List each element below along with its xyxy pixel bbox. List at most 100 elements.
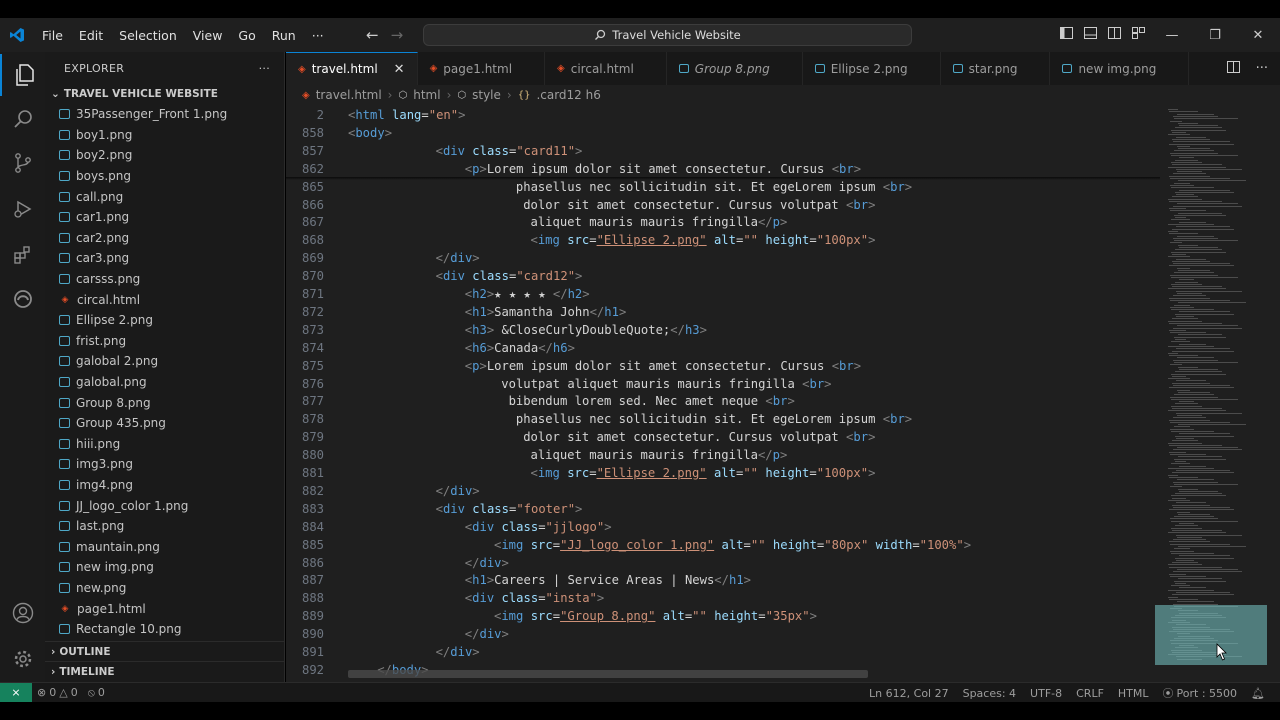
cursor-position[interactable]: Ln 612, Col 27 [864,687,954,700]
minimize-icon[interactable]: — [1150,18,1194,52]
close-tab-icon[interactable]: ✕ [394,62,405,77]
accounts-icon[interactable] [0,592,45,634]
file-item[interactable]: hiii.png [45,434,284,455]
minimap-line [1173,141,1230,143]
more-actions-icon[interactable]: ··· [1256,61,1268,76]
encoding[interactable]: UTF-8 [1025,687,1067,700]
timeline-section[interactable]: › TIMELINE [45,661,285,681]
breadcrumb-item[interactable]: style [472,88,501,102]
extensions-icon[interactable] [0,234,45,276]
file-item[interactable]: ◈ circal.html [45,289,284,310]
menu-item[interactable]: Run [264,28,304,43]
minimap-slider[interactable] [1155,605,1267,665]
explorer-more-icon[interactable]: ··· [259,62,270,75]
split-editor-icon[interactable] [1226,60,1240,77]
file-item[interactable]: frist.png [45,331,284,352]
file-item[interactable]: boy1.png [45,125,284,146]
minimap-line [1171,251,1226,253]
close-window-icon[interactable]: ✕ [1236,18,1280,52]
live-server-port[interactable]: ⦿ Port : 5500 [1158,685,1243,701]
file-item[interactable]: galobal.png [45,372,284,393]
menu-item[interactable]: File [34,28,71,43]
toggle-secondary-sidebar-icon[interactable] [1102,27,1126,43]
minimap-line [1178,122,1198,124]
restore-icon[interactable]: ❐ [1193,18,1237,52]
file-item[interactable]: car1.png [45,207,284,228]
edge-devtools-icon[interactable] [0,278,45,320]
file-item[interactable]: img3.png [45,454,284,475]
breadcrumb-item[interactable]: html [413,88,440,102]
manage-gear-icon[interactable] [0,638,45,680]
outline-section[interactable]: › OUTLINE [45,641,285,661]
file-item[interactable]: last.png [45,516,284,537]
file-item[interactable]: Ellipse 2.png [45,310,284,331]
forward-arrow-icon[interactable]: → [391,26,404,44]
menu-item[interactable]: ··· [304,28,332,43]
file-item[interactable]: Rectangle 10.png [45,619,284,640]
breadcrumb-item[interactable]: .card12 h6 [536,88,600,102]
file-name: boy2.png [76,148,133,163]
file-item[interactable]: img4.png [45,475,284,496]
file-item[interactable]: boy2.png [45,145,284,166]
file-item[interactable]: ◈ page1.html [45,598,284,619]
notifications-bell-icon[interactable]: 🔔︎ [1246,687,1270,700]
chevron-right-icon: › [446,88,452,102]
minimap-line [1170,454,1206,455]
line-number: 871 [301,287,324,301]
file-item[interactable]: new.png [45,578,284,599]
command-center-search[interactable]: Travel Vehicle Website [423,24,912,46]
code-token: p [772,448,780,463]
menu-item[interactable]: Edit [71,28,111,43]
source-control-icon[interactable] [0,142,45,184]
file-item[interactable]: new img.png [45,557,284,578]
language-mode[interactable]: HTML [1113,687,1154,700]
code-token: br [853,430,869,445]
menu-item[interactable]: Go [230,28,263,43]
file-item[interactable]: car3.png [45,248,284,269]
customize-layout-icon[interactable] [1126,27,1150,43]
image-file-icon [59,274,70,285]
menu-item[interactable]: View [185,28,231,43]
editor-tab[interactable]: new img.png [1050,52,1190,85]
code-token: > [458,108,466,122]
editor-tab[interactable]: star.png [941,52,1051,85]
line-ending[interactable]: CRLF [1071,687,1109,700]
toggle-panel-icon[interactable] [1078,27,1102,43]
editor-tab[interactable]: Ellipse 2.png [803,52,941,85]
file-item[interactable]: 35Passenger_Front 1.png [45,104,284,125]
file-item[interactable]: mauntain.png [45,536,284,557]
minimap[interactable] [1160,105,1280,682]
horizontal-scrollbar[interactable] [348,670,868,678]
file-item[interactable]: Group 435.png [45,413,284,434]
indentation[interactable]: Spaces: 4 [958,687,1021,700]
search-activity-icon[interactable] [0,98,45,140]
code-token: class [501,519,539,534]
file-item[interactable]: Group 8.png [45,392,284,413]
remote-indicator[interactable]: ⨯ [0,682,32,703]
editor-tab[interactable]: ◈ circal.html [545,52,667,85]
file-item[interactable]: boys.png [45,166,284,187]
menu-item[interactable]: Selection [111,28,185,43]
workspace-folder[interactable]: ⌄ TRAVEL VEHICLE WEBSITE [45,84,284,104]
file-item[interactable]: JJ_logo_color 1.png [45,495,284,516]
problems-indicator[interactable]: ⊗ 0 △ 0 [32,686,83,699]
file-item[interactable]: call.png [45,186,284,207]
editor-tab[interactable]: Group 8.png [667,52,803,85]
back-arrow-icon[interactable]: ← [366,26,379,44]
file-item[interactable]: carsss.png [45,269,284,290]
file-item[interactable]: car2.png [45,228,284,249]
breadcrumb-item[interactable]: travel.html [316,88,382,102]
code-editor[interactable]: 2 <html lang="en"> 858 <body> 857 <div class=… [286,105,1160,682]
editor-tab[interactable]: ◈ page1.html [418,52,546,85]
explorer-icon[interactable] [0,54,45,96]
ports-indicator[interactable]: ⦸ 0 [83,686,110,700]
minimap-line [1171,585,1190,587]
image-file-icon [59,541,70,552]
file-item[interactable]: galobal 2.png [45,351,284,372]
code-line: 875 <p>Lorem ipsum dolor sit amet consect… [286,357,1160,375]
editor-tab[interactable]: ◈ travel.html ✕ [286,52,418,85]
toggle-primary-sidebar-icon[interactable] [1054,27,1078,43]
run-debug-icon[interactable] [0,188,45,230]
code-token: body [355,125,385,140]
